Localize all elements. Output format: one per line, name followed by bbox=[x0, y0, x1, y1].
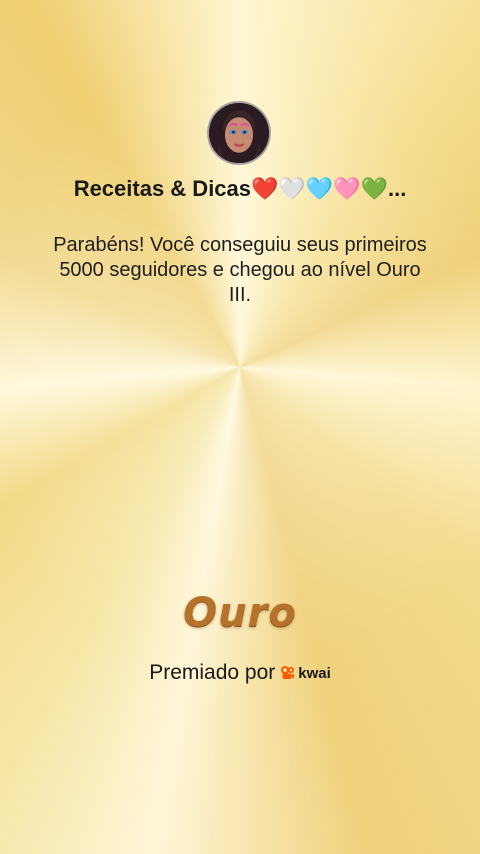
kwai-logo: kwai bbox=[281, 665, 331, 682]
avatar[interactable] bbox=[207, 101, 271, 165]
awarded-by: Premiado por kwai bbox=[0, 661, 480, 685]
kwai-logo-icon bbox=[281, 666, 295, 679]
awarded-by-label: Premiado por bbox=[149, 661, 276, 684]
profile-name: Receitas & Dicas❤️🤍🩵🩷💚... bbox=[73, 176, 407, 201]
congratulations-message: Parabéns! Você conseguiu seus primeiros … bbox=[53, 234, 427, 306]
profile-photo bbox=[209, 103, 269, 163]
level-badge-title: Ouro bbox=[183, 590, 297, 636]
kwai-wordmark: kwai bbox=[298, 664, 331, 682]
